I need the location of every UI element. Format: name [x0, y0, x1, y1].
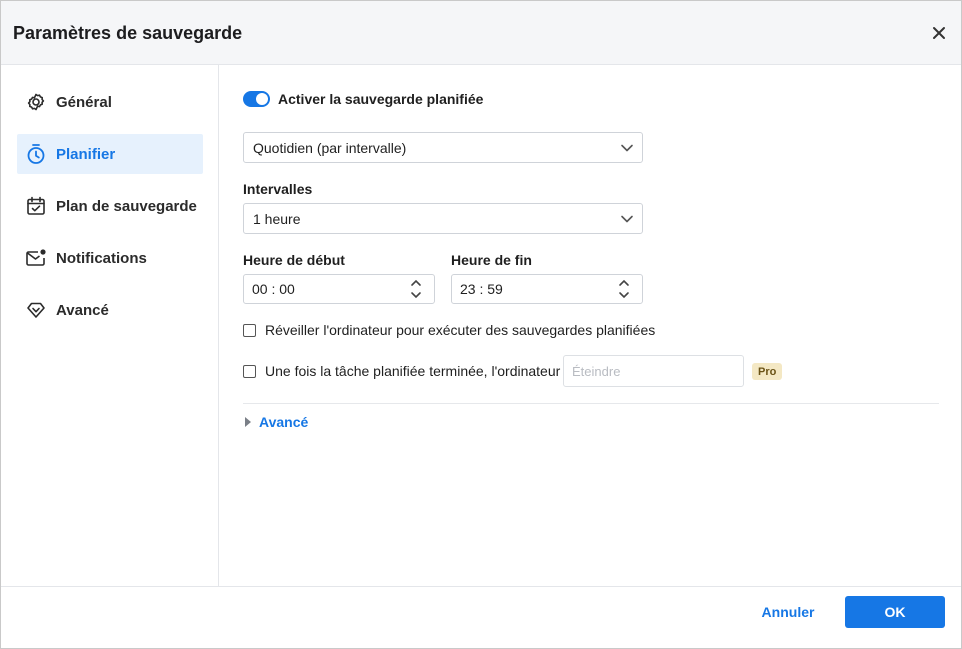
- start-time-input[interactable]: 00 : 00: [243, 274, 435, 304]
- cancel-button[interactable]: Annuler: [747, 596, 829, 628]
- sidebar-item-notifications[interactable]: Notifications: [17, 238, 203, 278]
- end-time-label: Heure de fin: [451, 252, 532, 268]
- end-time-input[interactable]: 23 : 59: [451, 274, 643, 304]
- diamond-icon: [25, 299, 47, 321]
- chevron-down-icon: [621, 144, 633, 152]
- ok-button[interactable]: OK: [845, 596, 945, 628]
- dialog-title: Paramètres de sauvegarde: [13, 23, 243, 43]
- close-icon: [933, 27, 945, 39]
- interval-value: 1 heure: [253, 210, 301, 227]
- sidebar-item-label: Général: [56, 93, 112, 111]
- sidebar-item-general[interactable]: Général: [17, 82, 203, 122]
- dialog-footer: Annuler OK: [1, 586, 961, 648]
- chevron-down-icon: [619, 292, 629, 299]
- calendar-check-icon: [25, 195, 47, 217]
- backup-settings-dialog: Paramètres de sauvegarde Général Planifi…: [0, 0, 962, 649]
- sidebar-item-label: Notifications: [56, 249, 147, 267]
- caret-right-icon: [245, 417, 251, 427]
- sidebar-item-label: Plan de sauvegarde: [56, 197, 197, 215]
- enable-schedule-toggle[interactable]: [243, 91, 270, 107]
- wake-computer-row: Réveiller l'ordinateur pour exécuter des…: [243, 322, 655, 338]
- enable-schedule-row: Activer la sauvegarde planifiée: [243, 91, 483, 107]
- frequency-select[interactable]: Quotidien (par intervalle): [243, 132, 643, 163]
- sidebar-item-avance[interactable]: Avancé: [17, 290, 203, 330]
- sidebar-item-label: Planifier: [56, 145, 116, 163]
- close-button[interactable]: [927, 21, 951, 45]
- sidebar-item-label: Avancé: [56, 301, 109, 319]
- title-bar: Paramètres de sauvegarde: [1, 1, 961, 65]
- start-time-value: 00 : 00: [252, 281, 295, 297]
- sidebar: Général Planifier Plan de sauvegarde Not…: [1, 65, 219, 586]
- wake-computer-label: Réveiller l'ordinateur pour exécuter des…: [265, 322, 656, 338]
- pro-badge: Pro: [752, 363, 783, 380]
- after-task-action-input[interactable]: Éteindre: [563, 355, 744, 387]
- sidebar-item-plan-de-sauvegarde[interactable]: Plan de sauvegarde: [17, 186, 203, 226]
- end-time-stepper[interactable]: [618, 279, 630, 299]
- interval-select[interactable]: 1 heure: [243, 203, 643, 234]
- sidebar-item-planifier[interactable]: Planifier: [17, 134, 203, 174]
- after-task-label: Une fois la tâche planifiée terminée, l'…: [265, 363, 561, 379]
- advanced-expander[interactable]: Avancé: [245, 414, 308, 430]
- interval-label: Intervalles: [243, 181, 313, 197]
- end-time-value: 23 : 59: [460, 281, 503, 297]
- timer-icon: [25, 143, 47, 165]
- advanced-expander-label: Avancé: [259, 414, 309, 430]
- start-time-stepper[interactable]: [410, 279, 422, 299]
- frequency-value: Quotidien (par intervalle): [253, 139, 407, 156]
- chevron-up-icon: [619, 279, 629, 286]
- enable-schedule-label: Activer la sauvegarde planifiée: [278, 91, 484, 107]
- after-task-action-placeholder: Éteindre: [572, 363, 621, 379]
- mail-notification-icon: [25, 247, 47, 269]
- gear-icon: [25, 91, 47, 113]
- chevron-up-icon: [411, 279, 421, 286]
- chevron-down-icon: [411, 292, 421, 299]
- after-task-checkbox[interactable]: [243, 364, 256, 378]
- start-time-label: Heure de début: [243, 252, 345, 268]
- divider: [243, 403, 939, 404]
- wake-computer-checkbox[interactable]: [243, 323, 256, 337]
- after-task-row: Une fois la tâche planifiée terminée, l'…: [243, 363, 560, 379]
- chevron-down-icon: [621, 215, 633, 223]
